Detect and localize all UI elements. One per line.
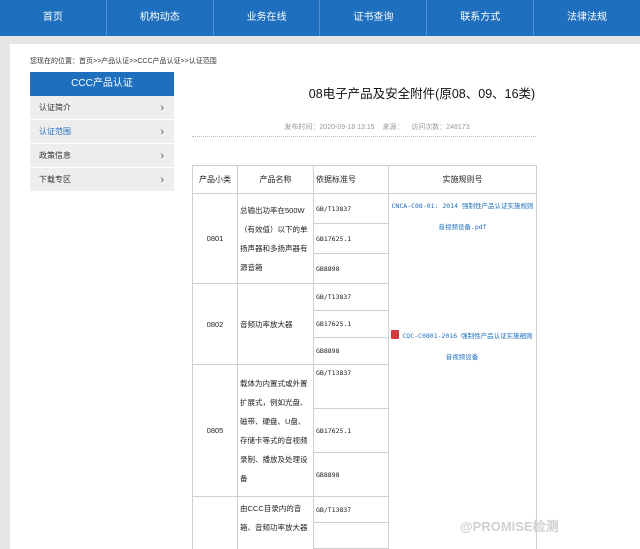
sidebar-item-intro[interactable]: 认证简介 › <box>30 96 174 120</box>
standard-number: GB8898 <box>313 337 389 365</box>
content-panel: 您现在的位置：首页>>产品认证>>CCC产品认证>>认证范围 CCC产品认证 认… <box>10 44 640 549</box>
subcategory-code <box>192 496 238 549</box>
top-nav: 首页 机构动态 业务在线 证书查询 联系方式 法律法规 <box>0 0 640 36</box>
standard-number: GB17625.1 <box>313 310 389 338</box>
article-meta: 发布时间：2020-09-18 13:15 来源： 访问次数：248173 <box>284 124 470 131</box>
table-row: 0801 总输出功率在500W（有效值）以下的单扬声器和多扬声器有源音箱 GB/… <box>192 193 537 549</box>
product-name: 音频功率放大器 <box>237 283 314 365</box>
product-name: 由CCC目录内的音箱、音频功率放大器 <box>237 496 314 549</box>
sidebar-item-downloads[interactable]: 下载专区 › <box>30 168 174 192</box>
subcategory-code: 0805 <box>192 364 238 497</box>
chevron-right-icon: › <box>160 173 164 186</box>
col-header-standard: 依据标准号 <box>313 165 389 194</box>
sidebar: CCC产品认证 认证简介 › 认证范围 › 政策信息 › 下载专区 › <box>30 72 174 192</box>
nav-business-online[interactable]: 业务在线 <box>212 0 320 36</box>
standard-number: GB/T13837 <box>313 364 389 409</box>
subcategory-code: 0801 <box>192 193 238 284</box>
nav-gap <box>0 36 640 44</box>
breadcrumb: 您现在的位置：首页>>产品认证>>CCC产品认证>>认证范围 <box>30 58 217 65</box>
rule-link-cqc-wrapper: CQC-C0801-2016 强制性产品认证实施细则 音视频设备 <box>389 326 535 368</box>
sidebar-item-label: 政策信息 <box>39 151 71 160</box>
chevron-right-icon: › <box>160 149 164 162</box>
product-name: 总输出功率在500W（有效值）以下的单扬声器和多扬声器有源音箱 <box>237 193 314 284</box>
standard-number: GB17625.1 <box>313 223 389 254</box>
article-title: 08电子产品及安全附件(原08、09、16类) <box>308 87 536 101</box>
standard-number: GB/T13837 <box>313 283 389 311</box>
col-header-rule: 实施规则号 <box>388 165 537 194</box>
sidebar-item-label: 认证范围 <box>39 127 71 136</box>
rule-link-cnca[interactable]: CNCA-C08-01: 2014 强制性产品认证实施规则音视频设备.pdf <box>389 196 536 238</box>
nav-laws[interactable]: 法律法规 <box>533 0 640 36</box>
nav-org-news[interactable]: 机构动态 <box>105 0 213 36</box>
sidebar-item-label: 下载专区 <box>39 175 71 184</box>
standard-number: GB17625.1 <box>313 408 389 453</box>
subcategory-code: 0802 <box>192 283 238 365</box>
watermark: @PROMISE检测 <box>460 519 559 534</box>
sidebar-item-scope[interactable]: 认证范围 › <box>30 120 174 144</box>
sidebar-item-label: 认证简介 <box>39 103 71 112</box>
standard-number: GB/T13837 <box>313 496 389 523</box>
table-header-row: 产品小类 产品名称 依据标准号 实施规则号 <box>192 165 537 194</box>
standard-number: GB8898 <box>313 452 389 497</box>
product-name: 载体为内置式或外置扩展式，例如光盘、磁带、硬盘、U盘、存储卡等式的音视频录制、播… <box>237 364 314 497</box>
chevron-right-icon: › <box>160 125 164 138</box>
scope-table: 产品小类 产品名称 依据标准号 实施规则号 0801 总输出功率在500W（有效… <box>192 165 537 549</box>
standard-number <box>313 522 389 549</box>
standard-number: GB8898 <box>313 253 389 284</box>
nav-home[interactable]: 首页 <box>0 0 106 36</box>
col-header-subcategory: 产品小类 <box>192 165 238 194</box>
sidebar-title: CCC产品认证 <box>30 72 174 96</box>
meta-divider <box>192 136 536 137</box>
nav-contact[interactable]: 联系方式 <box>426 0 533 36</box>
rule-cell: CNCA-C08-01: 2014 强制性产品认证实施规则音视频设备.pdf C… <box>388 193 537 549</box>
standard-number: GB/T13837 <box>313 193 389 224</box>
rule-link-cqc[interactable]: CQC-C0801-2016 强制性产品认证实施细则 音视频设备 <box>389 326 535 368</box>
pdf-icon <box>391 330 400 339</box>
col-header-product-name: 产品名称 <box>237 165 314 194</box>
nav-certificate-query[interactable]: 证书查询 <box>319 0 426 36</box>
rule-link-cqc-text: CQC-C0801-2016 强制性产品认证实施细则 音视频设备 <box>402 332 533 361</box>
chevron-right-icon: › <box>160 101 164 114</box>
sidebar-item-policy[interactable]: 政策信息 › <box>30 144 174 168</box>
